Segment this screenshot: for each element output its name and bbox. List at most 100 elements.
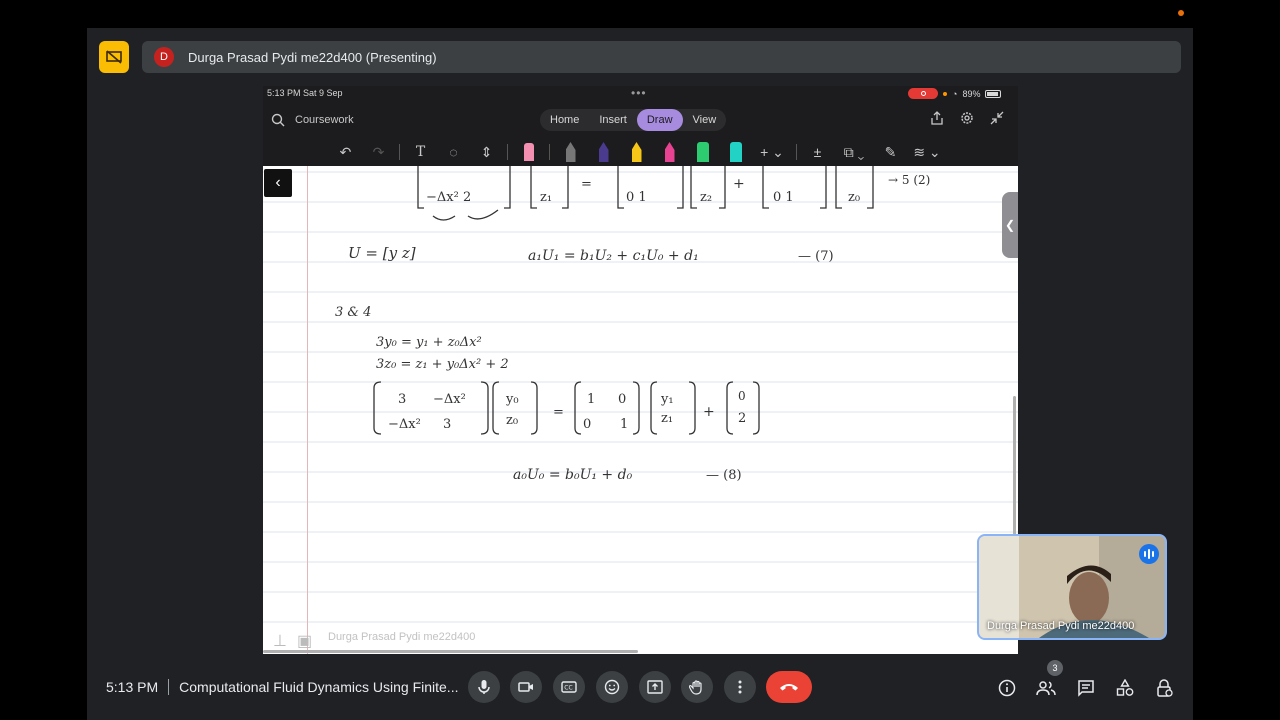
- svg-text:CC: CC: [564, 685, 572, 692]
- self-view-tile[interactable]: Durga Prasad Pydi me22d400: [977, 534, 1167, 640]
- vec-c-2: 2: [738, 411, 746, 426]
- side-panel-handle[interactable]: ❮: [1002, 192, 1018, 258]
- add-pen-icon[interactable]: + ⌄: [752, 140, 792, 164]
- vec-y-2: z₀: [506, 413, 518, 428]
- gear-icon[interactable]: [959, 110, 975, 126]
- screen-record-icon: [908, 88, 938, 99]
- collapse-icon[interactable]: [989, 110, 1005, 126]
- ipad-status-icons: ◔ 89%: [908, 88, 1002, 99]
- ruler-icon[interactable]: ≋ ⌄: [907, 140, 947, 164]
- wifi-icon: ◔: [952, 88, 958, 99]
- multitask-dots-icon[interactable]: •••: [631, 86, 647, 100]
- camera-icon: [518, 682, 533, 692]
- equation-8: a₀U₀ = b₀U₁ + d₀: [513, 467, 633, 483]
- pencil-gray-icon[interactable]: [554, 140, 587, 164]
- speaking-indicator-icon: [1139, 544, 1159, 564]
- tab-insert[interactable]: Insert: [589, 109, 637, 131]
- case-label: 3 & 4: [335, 305, 371, 320]
- meeting-info: 5:13 PM Computational Fluid Dynamics Usi…: [106, 679, 458, 695]
- present-button[interactable]: [639, 671, 671, 703]
- vec-y1-2: z₁: [661, 411, 673, 426]
- text-tool-icon[interactable]: T: [404, 140, 437, 164]
- tab-view[interactable]: View: [683, 109, 727, 131]
- pen-pink-icon[interactable]: [653, 140, 686, 164]
- search-icon[interactable]: [271, 113, 285, 127]
- battery-icon: [985, 89, 1002, 98]
- shapes-icon[interactable]: ⧉ ⌄: [834, 140, 874, 164]
- info-divider: [168, 679, 170, 695]
- camera-button[interactable]: [510, 671, 542, 703]
- eraser-icon[interactable]: [512, 140, 545, 164]
- toolbar-divider: [549, 144, 550, 160]
- eq-sign: =: [553, 405, 564, 420]
- mat-a-11: 3: [398, 392, 406, 407]
- equation-7: a₁U₁ = b₁U₂ + c₁U₀ + d₁: [528, 248, 699, 264]
- hand-icon: [689, 680, 702, 695]
- top-row-left: −Δx² 2: [426, 190, 471, 205]
- bc-line-2: 3z₀ = z₁ + y₀Δx² + 2: [376, 357, 509, 372]
- people-icon[interactable]: [1034, 676, 1058, 700]
- recording-indicator: [1178, 10, 1184, 16]
- equation-8-tag: — (8): [706, 468, 742, 483]
- microphone-icon: [478, 680, 490, 694]
- leave-call-button[interactable]: [766, 671, 812, 703]
- note-page[interactable]: −Δx² 2 z₁ = 0 1 z₂ + 0 1 z₀ → 5 (2) U = …: [263, 166, 1018, 654]
- highlighter-green-icon[interactable]: [686, 140, 719, 164]
- back-arrow-icon[interactable]: ‹: [264, 169, 292, 197]
- share-icon[interactable]: [929, 110, 945, 126]
- microphone-button[interactable]: [468, 671, 500, 703]
- mat-i-21: 0: [583, 417, 591, 432]
- presenting-label: Durga Prasad Pydi me22d400 (Presenting): [188, 49, 437, 65]
- reactions-button[interactable]: [596, 671, 628, 703]
- handwritten-notes: −Δx² 2 z₁ = 0 1 z₂ + 0 1 z₀ → 5 (2) U = …: [335, 166, 930, 483]
- header-actions: [929, 110, 1005, 126]
- raise-hand-button[interactable]: [681, 671, 713, 703]
- chat-icon[interactable]: [1074, 676, 1098, 700]
- u-definition: U = [y z]: [348, 244, 416, 262]
- ink-to-math-icon[interactable]: ±: [801, 140, 834, 164]
- undo-icon[interactable]: ↶: [329, 140, 362, 164]
- end-call-icon: [780, 684, 798, 691]
- add-space-icon[interactable]: ⇕: [470, 140, 503, 164]
- mat-i-11: 1: [587, 392, 595, 407]
- top-row-z0: z₀: [848, 190, 860, 205]
- meeting-title[interactable]: Computational Fluid Dynamics Using Finit…: [179, 679, 458, 695]
- meeting-details-icon[interactable]: [995, 676, 1019, 700]
- tab-draw[interactable]: Draw: [636, 109, 683, 131]
- draw-toolbar: ↶ ↷ T ◌ ⇕ + ⌄ ± ⧉ ⌄ ✎ ≋ ⌄: [329, 140, 947, 164]
- pen-yellow-icon[interactable]: [620, 140, 653, 164]
- activities-icon[interactable]: [1113, 676, 1137, 700]
- tab-home[interactable]: Home: [540, 109, 589, 131]
- top-row-tag: → 5 (2): [888, 173, 930, 187]
- lasso-icon[interactable]: ◌: [437, 140, 470, 164]
- toolbar-divider: [399, 144, 400, 160]
- redo-icon[interactable]: ↷: [362, 140, 395, 164]
- notebook-title[interactable]: Coursework: [295, 114, 354, 126]
- present-screen-icon: [647, 680, 663, 694]
- vec-y1-1: y₁: [660, 392, 674, 407]
- more-options-button[interactable]: [724, 671, 756, 703]
- toolbar-divider: [796, 144, 797, 160]
- page-icon[interactable]: ▣: [297, 631, 312, 651]
- vec-y-1: y₀: [505, 392, 519, 407]
- host-controls-icon[interactable]: [1153, 676, 1177, 700]
- presenting-banner: D Durga Prasad Pydi me22d400 (Presenting…: [142, 41, 1181, 73]
- pin-icon[interactable]: ⊥: [273, 631, 287, 651]
- battery-label: 89%: [962, 88, 981, 99]
- pen-purple-icon[interactable]: [587, 140, 620, 164]
- horizontal-scrollbar[interactable]: [263, 650, 638, 653]
- captions-icon: CC: [561, 681, 577, 693]
- page-author: Durga Prasad Pydi me22d400: [328, 631, 476, 643]
- vertical-scrollbar[interactable]: [1013, 396, 1016, 536]
- ribbon-tabs: Home Insert Draw View: [540, 109, 727, 131]
- top-row-z2: z₂: [700, 190, 712, 205]
- stop-presenting-icon[interactable]: [99, 41, 129, 73]
- ink-to-shape-icon[interactable]: ✎: [874, 140, 907, 164]
- self-view-name: Durga Prasad Pydi me22d400: [987, 620, 1135, 632]
- mat-i-12: 0: [618, 392, 626, 407]
- top-row-z: z₁: [540, 190, 552, 205]
- captions-button[interactable]: CC: [553, 671, 585, 703]
- ipad-status-time: 5:13 PM Sat 9 Sep: [267, 88, 343, 98]
- emoji-icon: [604, 679, 620, 695]
- highlighter-cyan-icon[interactable]: [719, 140, 752, 164]
